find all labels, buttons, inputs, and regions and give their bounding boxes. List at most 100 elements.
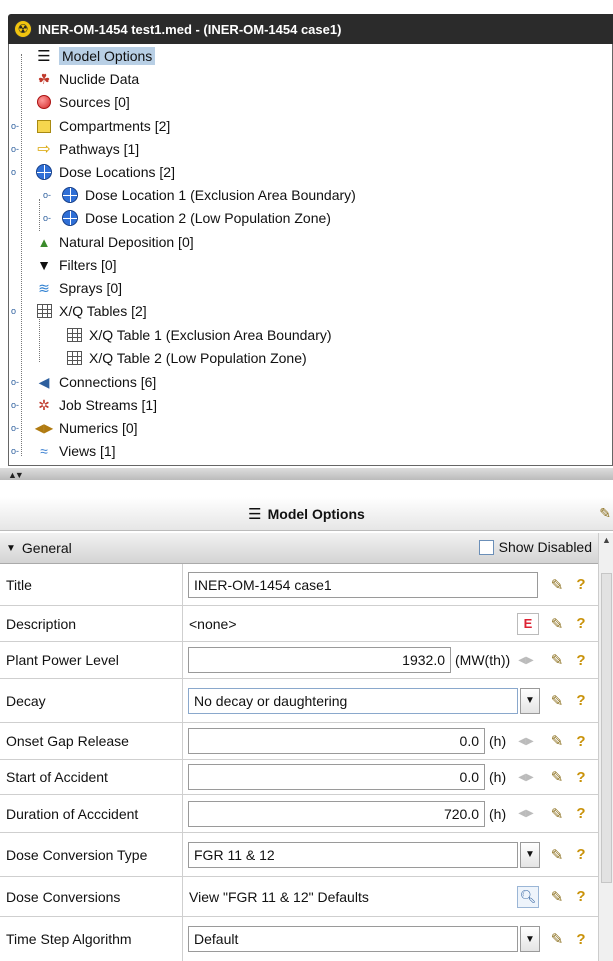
table-icon bbox=[35, 302, 53, 320]
tree-item-xq-table-1[interactable]: X/Q Table 1 (Exclusion Area Boundary) bbox=[65, 324, 332, 346]
tree-item-filters[interactable]: ▼ Filters [0] bbox=[35, 254, 117, 276]
radiation-icon: ☢ bbox=[14, 20, 32, 38]
spinner-icon[interactable]: ◀▶ bbox=[518, 767, 534, 787]
prop-row-description: Description <none> E ✎ ? bbox=[0, 606, 598, 642]
note-icon[interactable]: ✎ bbox=[547, 845, 567, 865]
help-icon[interactable]: ? bbox=[571, 575, 591, 595]
expand-toggle-pathways[interactable]: o- bbox=[11, 144, 23, 154]
tree-item-job-streams[interactable]: ✲ Job Streams [1] bbox=[35, 394, 157, 416]
connection-icon: ◀ bbox=[38, 373, 50, 390]
expand-toggle-views[interactable]: o- bbox=[11, 446, 23, 456]
spinner-icon[interactable]: ◀▶ bbox=[518, 731, 534, 751]
help-icon[interactable]: ? bbox=[571, 650, 591, 670]
title-input[interactable]: INER-OM-1454 case1 bbox=[188, 571, 538, 598]
tree-item-xq-tables[interactable]: X/Q Tables [2] bbox=[35, 300, 147, 322]
tree-item-sprays[interactable]: ≋ Sprays [0] bbox=[35, 277, 122, 299]
tree-item-pathways[interactable]: ⇨ Pathways [1] bbox=[35, 138, 139, 160]
note-icon[interactable]: ✎ bbox=[547, 575, 567, 595]
scroll-thumb[interactable] bbox=[601, 573, 612, 883]
dose-conversions-value: View "FGR 11 & 12" Defaults bbox=[189, 888, 369, 905]
help-icon[interactable]: ? bbox=[571, 691, 591, 711]
table-icon bbox=[65, 349, 83, 367]
spinner-icon[interactable]: ◀▶ bbox=[518, 650, 534, 670]
pane-splitter[interactable]: ▲▼ bbox=[0, 468, 613, 480]
collapse-toggle-xq-tables[interactable]: o bbox=[11, 306, 23, 316]
prop-row-dose-conversions: Dose Conversions View "FGR 11 & 12" Defa… bbox=[0, 877, 598, 917]
tree-item-numerics[interactable]: ◀▶ Numerics [0] bbox=[35, 417, 138, 439]
window-title: INER-OM-1454 test1.med - (INER-OM-1454 c… bbox=[38, 21, 342, 37]
window-title-bar: ☢ INER-OM-1454 test1.med - (INER-OM-1454… bbox=[8, 14, 613, 44]
prop-label: Description bbox=[0, 606, 183, 641]
scroll-up-icon[interactable]: ▲ bbox=[602, 535, 611, 545]
section-general[interactable]: ▼ General Show Disabled bbox=[0, 533, 598, 564]
time-step-select[interactable]: Default bbox=[188, 926, 518, 952]
splitter-arrows-icon[interactable]: ▲▼ bbox=[8, 470, 24, 480]
model-options-icon: ☰ bbox=[248, 505, 262, 523]
globe-icon bbox=[61, 186, 79, 204]
dose-conversion-type-select[interactable]: FGR 11 & 12 bbox=[188, 841, 518, 868]
tree-item-sources[interactable]: Sources [0] bbox=[35, 91, 130, 113]
help-icon[interactable]: ? bbox=[571, 845, 591, 865]
note-icon[interactable]: ✎ bbox=[599, 505, 611, 522]
help-icon[interactable]: ? bbox=[571, 731, 591, 751]
tree-item-dose-locations[interactable]: Dose Locations [2] bbox=[35, 161, 175, 183]
model-tree[interactable]: ☰ Model Options ☘ Nuclide Data Sources [… bbox=[8, 44, 613, 466]
expand-toggle-connections[interactable]: o- bbox=[11, 377, 23, 387]
note-icon[interactable]: ✎ bbox=[547, 691, 567, 711]
note-icon[interactable]: ✎ bbox=[547, 929, 567, 949]
help-icon[interactable]: ? bbox=[571, 804, 591, 824]
box-icon bbox=[35, 117, 53, 135]
chevron-down-icon[interactable]: ▼ bbox=[520, 687, 540, 714]
note-icon[interactable]: ✎ bbox=[547, 614, 567, 634]
tree-item-dose-location-1[interactable]: Dose Location 1 (Exclusion Area Boundary… bbox=[61, 184, 356, 206]
edit-text-button[interactable]: E bbox=[517, 612, 539, 635]
note-icon[interactable]: ✎ bbox=[547, 767, 567, 787]
chevron-down-icon[interactable]: ▼ bbox=[520, 926, 540, 952]
tree-item-xq-table-2[interactable]: X/Q Table 2 (Low Population Zone) bbox=[65, 347, 307, 369]
tree-item-connections[interactable]: ◀ Connections [6] bbox=[35, 371, 157, 393]
note-icon[interactable]: ✎ bbox=[547, 887, 567, 907]
spray-icon: ≋ bbox=[38, 279, 50, 296]
spinner-icon[interactable]: ◀▶ bbox=[518, 804, 534, 824]
tree-item-compartments[interactable]: Compartments [2] bbox=[35, 115, 170, 137]
unit-label: (MW(th)) bbox=[455, 652, 511, 668]
tree-item-nuclide-data[interactable]: ☘ Nuclide Data bbox=[35, 68, 139, 90]
help-icon[interactable]: ? bbox=[571, 887, 591, 907]
plant-power-input[interactable]: 1932.0 bbox=[188, 647, 451, 673]
expand-toggle-numerics[interactable]: o- bbox=[11, 423, 23, 433]
tree-item-natural-deposition[interactable]: ▲ Natural Deposition [0] bbox=[35, 231, 194, 253]
show-disabled-toggle[interactable]: Show Disabled bbox=[478, 539, 592, 555]
onset-gap-input[interactable]: 0.0 bbox=[188, 728, 485, 754]
panel-scrollbar[interactable]: ▲ bbox=[598, 533, 613, 961]
tree-item-model-options[interactable]: ☰ Model Options bbox=[35, 45, 156, 67]
unit-label: (h) bbox=[489, 769, 507, 785]
help-icon[interactable]: ? bbox=[571, 614, 591, 634]
magnifier-icon[interactable]: 🔍︎ bbox=[517, 885, 539, 908]
panel-title: Model Options bbox=[267, 505, 365, 522]
prop-label: Dose Conversion Type bbox=[0, 833, 183, 876]
note-icon[interactable]: ✎ bbox=[547, 650, 567, 670]
numerics-icon: ◀▶ bbox=[34, 421, 54, 435]
note-icon[interactable]: ✎ bbox=[547, 731, 567, 751]
tree-item-dose-location-2[interactable]: Dose Location 2 (Low Population Zone) bbox=[61, 207, 331, 229]
expand-toggle-job-streams[interactable]: o- bbox=[11, 400, 23, 410]
decay-select[interactable]: No decay or daughtering bbox=[188, 687, 518, 714]
tree-item-views[interactable]: ≈ Views [1] bbox=[35, 440, 115, 462]
expand-toggle-dose-location-1[interactable]: o- bbox=[43, 190, 55, 200]
collapse-toggle-dose-locations[interactable]: o bbox=[11, 167, 23, 177]
chevron-down-icon[interactable]: ▼ bbox=[520, 841, 540, 868]
help-icon[interactable]: ? bbox=[571, 929, 591, 949]
prop-row-duration: Duration of Acccident 720.0 (h) ◀▶ ✎ ? bbox=[0, 795, 598, 833]
note-icon[interactable]: ✎ bbox=[547, 804, 567, 824]
collapse-arrow-icon[interactable]: ▼ bbox=[6, 543, 16, 554]
show-disabled-checkbox[interactable] bbox=[478, 539, 494, 555]
globe-icon bbox=[61, 209, 79, 227]
expand-toggle-compartments[interactable]: o- bbox=[11, 121, 23, 131]
help-icon[interactable]: ? bbox=[571, 767, 591, 787]
prop-row-plant-power-level: Plant Power Level 1932.0 (MW(th)) ◀▶ ✎ ? bbox=[0, 642, 598, 679]
expand-toggle-dose-location-2[interactable]: o- bbox=[43, 213, 55, 223]
start-accident-input[interactable]: 0.0 bbox=[188, 764, 485, 790]
unit-label: (h) bbox=[489, 733, 507, 749]
duration-input[interactable]: 720.0 bbox=[188, 800, 485, 827]
prop-row-onset-gap-release: Onset Gap Release 0.0 (h) ◀▶ ✎ ? bbox=[0, 723, 598, 760]
